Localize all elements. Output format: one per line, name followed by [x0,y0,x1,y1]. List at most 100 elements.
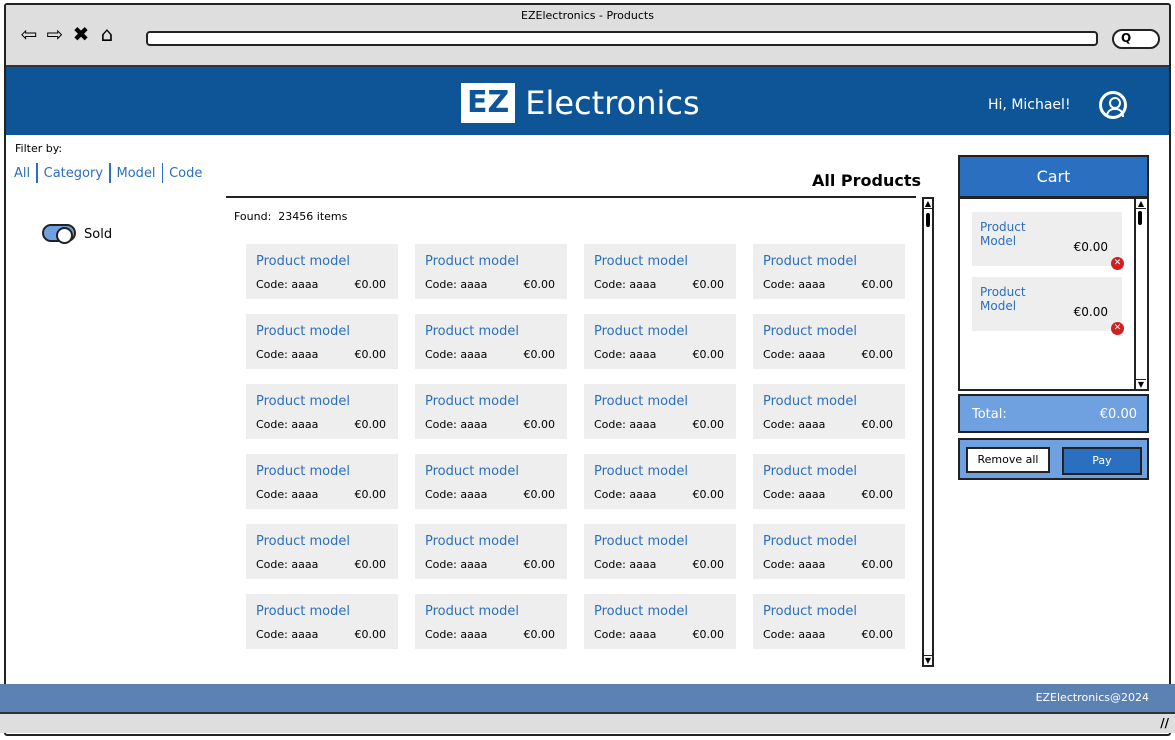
cart-scrollbar[interactable]: ▲ ▼ [1134,199,1146,389]
product-code: Code: aaaa [425,348,488,361]
remove-all-button[interactable]: Remove all [966,447,1050,473]
filter-label: Filter by: [15,142,63,155]
scroll-up-icon[interactable]: ▲ [924,199,932,209]
remove-x-icon[interactable]: ✕ [1111,257,1124,270]
product-card[interactable]: Product model Code: aaaa €0.00 [415,594,567,649]
product-code: Code: aaaa [425,628,488,641]
product-model: Product model [763,324,857,339]
remove-x-icon[interactable]: ✕ [1111,322,1124,335]
product-price: €0.00 [523,488,556,501]
product-card[interactable]: Product model Code: aaaa €0.00 [415,454,567,509]
product-card[interactable]: Product model Code: aaaa €0.00 [753,454,905,509]
scroll-thumb[interactable] [926,213,930,227]
forward-icon[interactable]: ⇨ [44,23,66,45]
product-card[interactable]: Product model Code: aaaa €0.00 [753,244,905,299]
product-code: Code: aaaa [594,348,657,361]
product-code: Code: aaaa [425,558,488,571]
product-card[interactable]: Product model Code: aaaa €0.00 [246,244,398,299]
scroll-down-icon[interactable]: ▼ [1136,379,1146,389]
product-card[interactable]: Product model Code: aaaa €0.00 [415,244,567,299]
product-card[interactable]: Product model Code: aaaa €0.00 [753,594,905,649]
product-model: Product model [594,604,688,619]
product-model: Product model [256,464,350,479]
products-scrollbar[interactable]: ▲ ▼ [922,197,934,667]
cart-item[interactable]: Product Model €0.00 ✕ [972,212,1124,270]
title-divider [226,196,916,198]
product-price: €0.00 [523,348,556,361]
product-code: Code: aaaa [425,488,488,501]
product-card[interactable]: Product model Code: aaaa €0.00 [246,384,398,439]
site-logo[interactable]: EZ Electronics [461,83,700,123]
url-bar[interactable] [146,31,1098,46]
product-model: Product model [594,394,688,409]
product-card[interactable]: Product model Code: aaaa €0.00 [246,314,398,369]
product-price: €0.00 [692,278,725,291]
product-price: €0.00 [861,628,894,641]
filter-model-link[interactable]: Model [117,166,156,181]
product-card[interactable]: Product model Code: aaaa €0.00 [753,314,905,369]
product-card[interactable]: Product model Code: aaaa €0.00 [246,454,398,509]
scroll-up-icon[interactable]: ▲ [1136,199,1146,209]
sold-toggle-label: Sold [84,227,113,242]
filter-separator [109,163,111,183]
page-title: All Products [812,171,922,190]
cart-list: Product Model €0.00 ✕ Product Model €0.0… [958,197,1149,391]
product-code: Code: aaaa [425,278,488,291]
cart-total: Total: €0.00 [958,394,1149,433]
product-model: Product model [763,604,857,619]
product-card[interactable]: Product model Code: aaaa €0.00 [246,594,398,649]
product-card[interactable]: Product model Code: aaaa €0.00 [584,384,736,439]
product-code: Code: aaaa [594,558,657,571]
product-model: Product model [594,534,688,549]
browser-search-field[interactable]: Q [1112,29,1160,49]
product-code: Code: aaaa [763,348,826,361]
product-code: Code: aaaa [763,278,826,291]
user-greeting: Hi, Michael! [988,97,1071,113]
product-card[interactable]: Product model Code: aaaa €0.00 [584,524,736,579]
product-code: Code: aaaa [256,278,319,291]
filter-category-link[interactable]: Category [44,166,103,181]
product-price: €0.00 [861,278,894,291]
user-profile-icon[interactable] [1099,91,1127,119]
back-icon[interactable]: ⇦ [18,23,40,45]
product-card[interactable]: Product model Code: aaaa €0.00 [415,314,567,369]
product-model: Product model [594,464,688,479]
product-price: €0.00 [692,488,725,501]
sold-toggle[interactable] [42,224,76,244]
product-model: Product model [256,534,350,549]
product-price: €0.00 [692,418,725,431]
product-model: Product model [763,394,857,409]
product-card[interactable]: Product model Code: aaaa €0.00 [415,524,567,579]
product-model: Product model [425,324,519,339]
product-card[interactable]: Product model Code: aaaa €0.00 [753,384,905,439]
scroll-down-icon[interactable]: ▼ [924,655,932,665]
product-card[interactable]: Product model Code: aaaa €0.00 [753,524,905,579]
cart-item-price: €0.00 [1073,305,1108,319]
product-card[interactable]: Product model Code: aaaa €0.00 [246,524,398,579]
product-model: Product model [425,254,519,269]
product-model: Product model [256,254,350,269]
total-value: €0.00 [1099,407,1137,422]
close-icon[interactable]: ✖ [70,23,92,45]
cart-item-name: Product Model [980,285,1026,313]
pay-button[interactable]: Pay [1062,447,1142,475]
home-icon[interactable]: ⌂ [96,23,118,45]
product-price: €0.00 [523,628,556,641]
product-card[interactable]: Product model Code: aaaa €0.00 [584,244,736,299]
cart-item[interactable]: Product Model €0.00 ✕ [972,277,1124,335]
filter-all-link[interactable]: All [14,166,30,181]
product-model: Product model [763,254,857,269]
product-code: Code: aaaa [763,418,826,431]
product-card[interactable]: Product model Code: aaaa €0.00 [584,594,736,649]
browser-statusbar: // [0,712,1175,733]
product-card[interactable]: Product model Code: aaaa €0.00 [415,384,567,439]
resize-grip-icon[interactable]: // [1160,716,1169,730]
product-card[interactable]: Product model Code: aaaa €0.00 [584,454,736,509]
cart-item-name: Product Model [980,220,1026,248]
filter-code-link[interactable]: Code [169,166,202,181]
found-count: Found: 23456 items [234,210,347,223]
product-card[interactable]: Product model Code: aaaa €0.00 [584,314,736,369]
scroll-thumb[interactable] [1138,211,1142,225]
logo-badge: EZ [461,83,516,123]
product-code: Code: aaaa [594,278,657,291]
